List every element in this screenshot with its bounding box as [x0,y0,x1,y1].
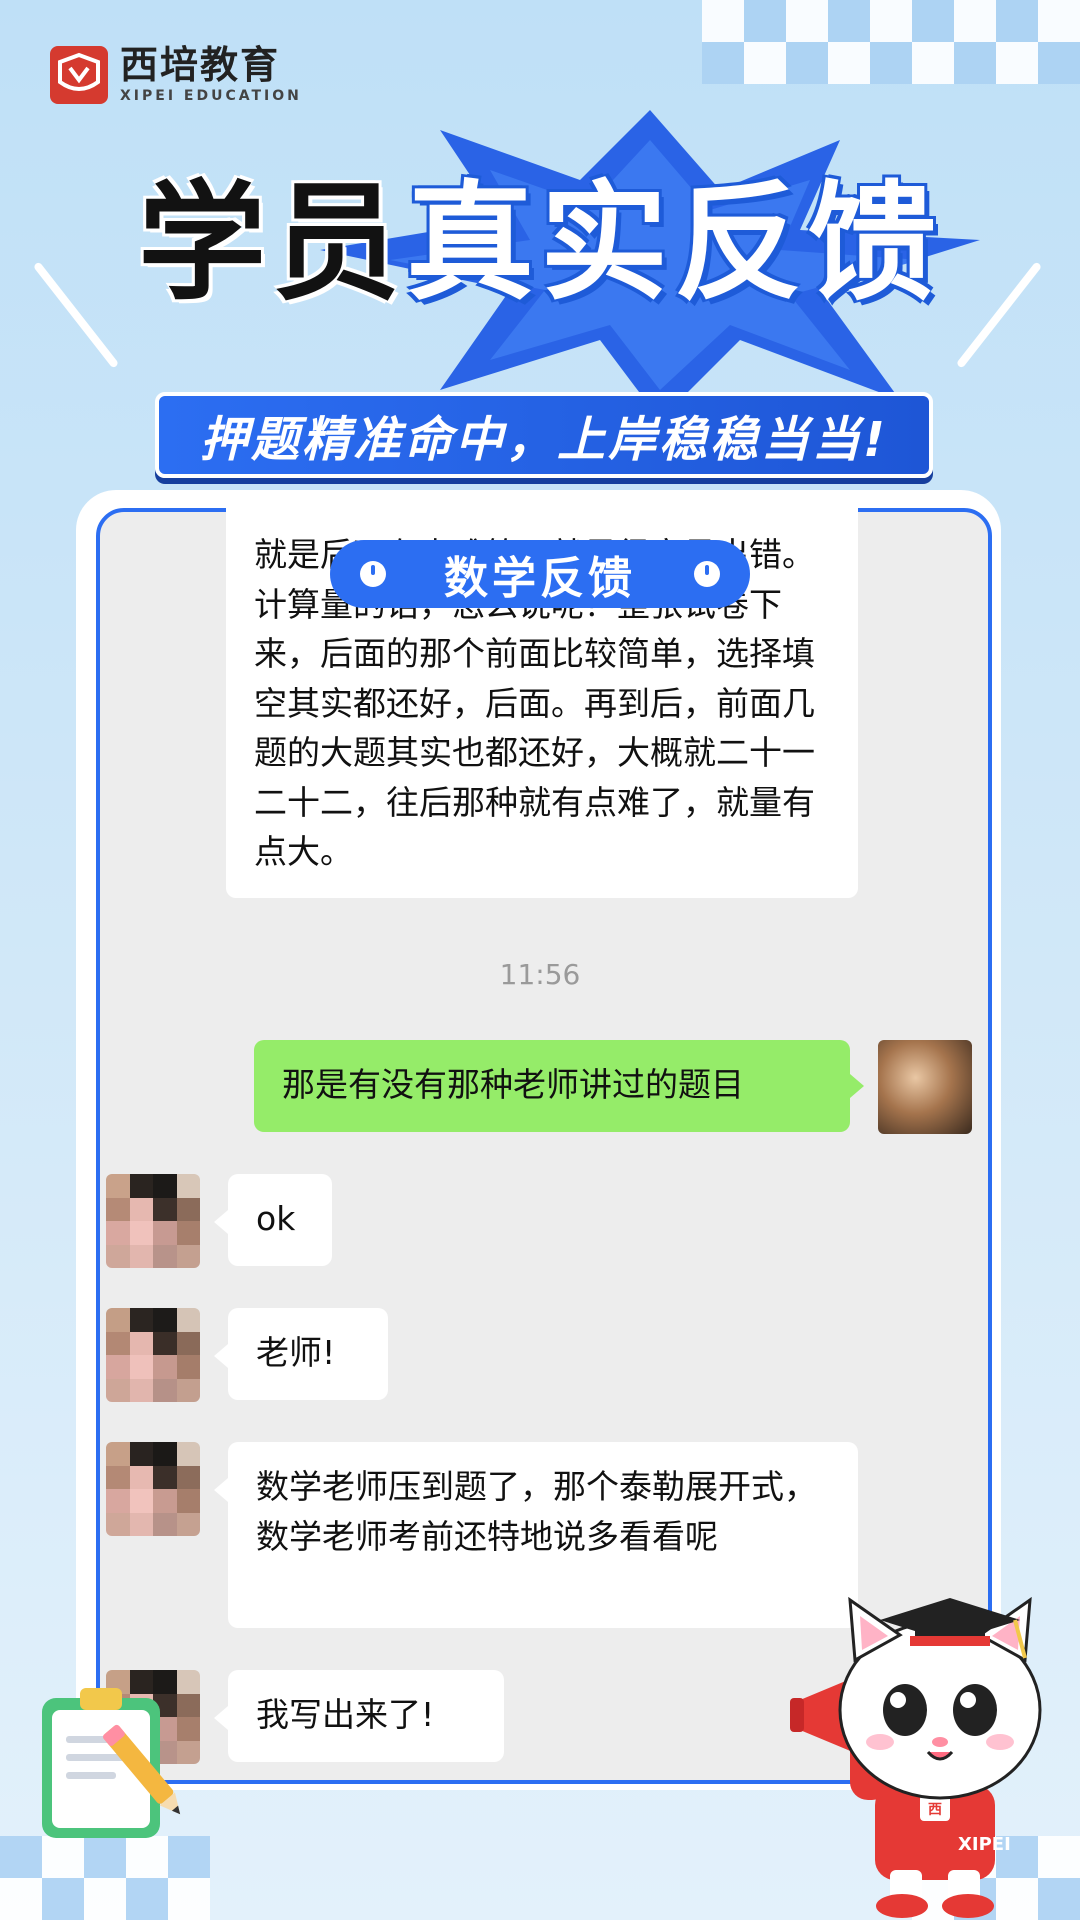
brand-logo: 西培教育 XIPEI EDUCATION [50,43,302,104]
power-icon-left [360,561,386,587]
reply-bubble-4: 我写出来了! [214,1670,504,1762]
headline-part1: 学员 [137,169,406,318]
logo-icon [50,46,108,104]
mascot-cat-illustration: 西 XIPEI [790,1596,1042,1918]
checker-bottom-left [0,1836,210,1920]
sent-message-text: 那是有没有那种老师讲过的题目 [282,1065,744,1104]
headline: 学员真实反馈 [0,180,1080,308]
mascot-badge: 西 [928,1802,942,1818]
clipboard-pencil-icon [42,1688,181,1838]
checker-top-right [702,0,1080,84]
reply-bubble-1: ok [214,1174,332,1266]
mascot-shirt-label: XIPEI [958,1834,1011,1855]
power-icon-right [694,561,720,587]
reply-bubble-2: 老师! [214,1308,388,1400]
reply-text-4: 我写出来了! [256,1695,435,1734]
headline-part2: 真实反馈 [406,169,943,318]
reply-text-2: 老师! [256,1333,336,1372]
reply-text-3: 数学老师压到题了，那个泰勒展开式，数学老师考前还特地说多看看呢 [256,1467,817,1556]
sent-message-bubble: 那是有没有那种老师讲过的题目 [254,1040,864,1132]
brand-name: 西培教育 [120,43,281,88]
contact-avatar [106,1174,200,1268]
section-label-text: 数学反馈 [444,553,636,604]
contact-avatar [106,1442,200,1536]
brand-name-en: XIPEI EDUCATION [120,87,302,104]
reply-text-1: ok [256,1199,296,1238]
self-avatar [878,1040,972,1134]
slogan-banner: 押题精准命中，上岸稳稳当当! [155,392,933,478]
reply-bubble-3: 数学老师压到题了，那个泰勒展开式，数学老师考前还特地说多看看呢 [214,1442,858,1628]
contact-avatar [106,1308,200,1402]
chat-timestamp: 11:56 [499,958,581,991]
section-label: 数学反馈 [330,540,750,608]
